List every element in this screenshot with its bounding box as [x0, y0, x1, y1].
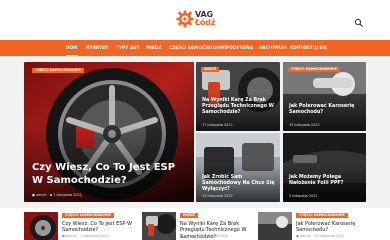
list-item-3-author: admin	[300, 234, 311, 238]
author-icon: ●	[32, 193, 35, 197]
gear-icon	[176, 10, 194, 28]
post-1-date: 17 listopada 2022	[202, 123, 233, 127]
post-2-badge[interactable]: CZĘŚCI SAMOCHODOWE	[288, 67, 340, 72]
nav-item-miedz[interactable]: MIEDŹ	[146, 40, 162, 56]
post-3-date: 12 listopada 2022	[202, 194, 233, 198]
post-card-2[interactable]: CZĘŚCI SAMOCHODOWE Jak Polerować Karoser…	[283, 62, 366, 131]
list-item-2-date: 17 listopada 2022	[197, 234, 229, 238]
site-logo[interactable]: VAG Łódź	[176, 9, 216, 31]
hero-title[interactable]: Czy Wiesz, Co To Jest ESP W Samochodzie?	[32, 162, 182, 187]
hero-post[interactable]: CZĘŚCI SAMOCHODOWE Czy Wiesz, Co To Jest…	[24, 62, 194, 202]
list-item-3-thumb[interactable]	[258, 212, 292, 240]
nav-item-archiwum[interactable]: ARCHIWUM	[259, 40, 287, 56]
list-item-1-title[interactable]: Czy Wiesz, Co To Jest ESP W Samochodzie?	[62, 221, 132, 234]
list-item[interactable]: CZĘŚCI SAMOCHODOWE Czy Wiesz, Co To Jest…	[24, 212, 132, 240]
post-4-title[interactable]: Jak Możemy Polega Nałożenie Folii PPF?	[289, 175, 359, 187]
list-item-3-title[interactable]: Jak Polerować Karoserię Samochodu?	[296, 221, 366, 234]
author-icon: ●	[62, 234, 65, 238]
post-2-title[interactable]: Jak Polerować Karoserię Samochodu?	[289, 104, 359, 116]
list-item-3-date: 15 listopada 2022	[313, 234, 345, 238]
logo-line-2: Łódź	[195, 18, 216, 27]
nav-item-typy-aut[interactable]: TYPY AUT	[116, 40, 140, 56]
hero-date: 7 listopada 2022	[53, 193, 82, 197]
list-item-1-date: 7 listopada 2022	[79, 234, 109, 238]
nav-item-czesci[interactable]: CZĘŚCI SAMOCHODOWE	[169, 40, 228, 56]
list-item-1-meta: ● admin 7 listopada 2022	[62, 234, 108, 238]
post-card-3[interactable]: Jak Zrobić Sam Samochodowy Na Chce Się W…	[196, 133, 280, 202]
list-item-2-author: admin	[184, 234, 195, 238]
author-icon: ●	[180, 234, 183, 238]
list-item-1-badge[interactable]: CZĘŚCI SAMOCHODOWE	[62, 213, 114, 218]
post-3-title[interactable]: Jak Zrobić Sam Samochodowy Na Chce Się W…	[202, 175, 276, 193]
main-nav: DOM HYBRYDY TYPY AUT MIEDŹ CZĘŚCI SAMOCH…	[0, 40, 390, 56]
post-1-title[interactable]: Na Wyniki Karę Za Brak Przeglądu Technic…	[202, 98, 274, 116]
nav-item-kontakt[interactable]: KONTAKTUJ SIĘ	[290, 40, 327, 56]
hero-author: admin	[36, 193, 47, 197]
hero-category-badge[interactable]: CZĘŚCI SAMOCHODOWE	[32, 68, 84, 73]
post-card-4[interactable]: Jak Możemy Polega Nałożenie Folii PPF? 5…	[283, 133, 366, 202]
nav-item-hybrydy[interactable]: HYBRYDY	[86, 40, 109, 56]
list-item-2-meta: ● admin 17 listopada 2022	[180, 234, 229, 238]
nav-item-home[interactable]: DOM	[66, 40, 78, 56]
list-item-3-meta: ● admin 15 listopada 2022	[296, 234, 345, 238]
list-item-2-badge[interactable]: MIEDŹ	[180, 213, 199, 218]
list-item-3-badge[interactable]: CZĘŚCI SAMOCHODOWE	[296, 213, 348, 218]
calendar-icon: ▪	[49, 193, 53, 197]
hero-meta: ● admin ▪ 7 listopada 2022	[32, 193, 82, 197]
list-item-1-author: admin	[66, 234, 77, 238]
recent-posts-row: CZĘŚCI SAMOCHODOWE Czy Wiesz, Co To Jest…	[0, 208, 390, 240]
search-icon	[354, 18, 363, 27]
post-card-1[interactable]: MIEDŹ Na Wyniki Karę Za Brak Przeglądu T…	[196, 62, 280, 131]
search-button[interactable]	[353, 14, 365, 27]
post-4-date: 5 listopada 2022	[289, 194, 318, 198]
list-item-1-thumb[interactable]	[24, 212, 58, 240]
list-item[interactable]: CZĘŚCI SAMOCHODOWE Jak Polerować Karoser…	[258, 212, 366, 240]
author-icon: ●	[296, 234, 299, 238]
post-1-badge[interactable]: MIEDŹ	[201, 67, 220, 72]
nav-item-podstawa[interactable]: PODSTAWA	[226, 40, 253, 56]
logo-text: VAG Łódź	[195, 11, 215, 27]
site-header: VAG Łódź	[0, 0, 390, 40]
post-2-date: 15 listopada 2022	[289, 123, 320, 127]
list-item[interactable]: MIEDŹ Na Wyniki Karę Za Brak Przeglądu T…	[142, 212, 247, 240]
list-item-2-thumb[interactable]	[142, 212, 176, 240]
